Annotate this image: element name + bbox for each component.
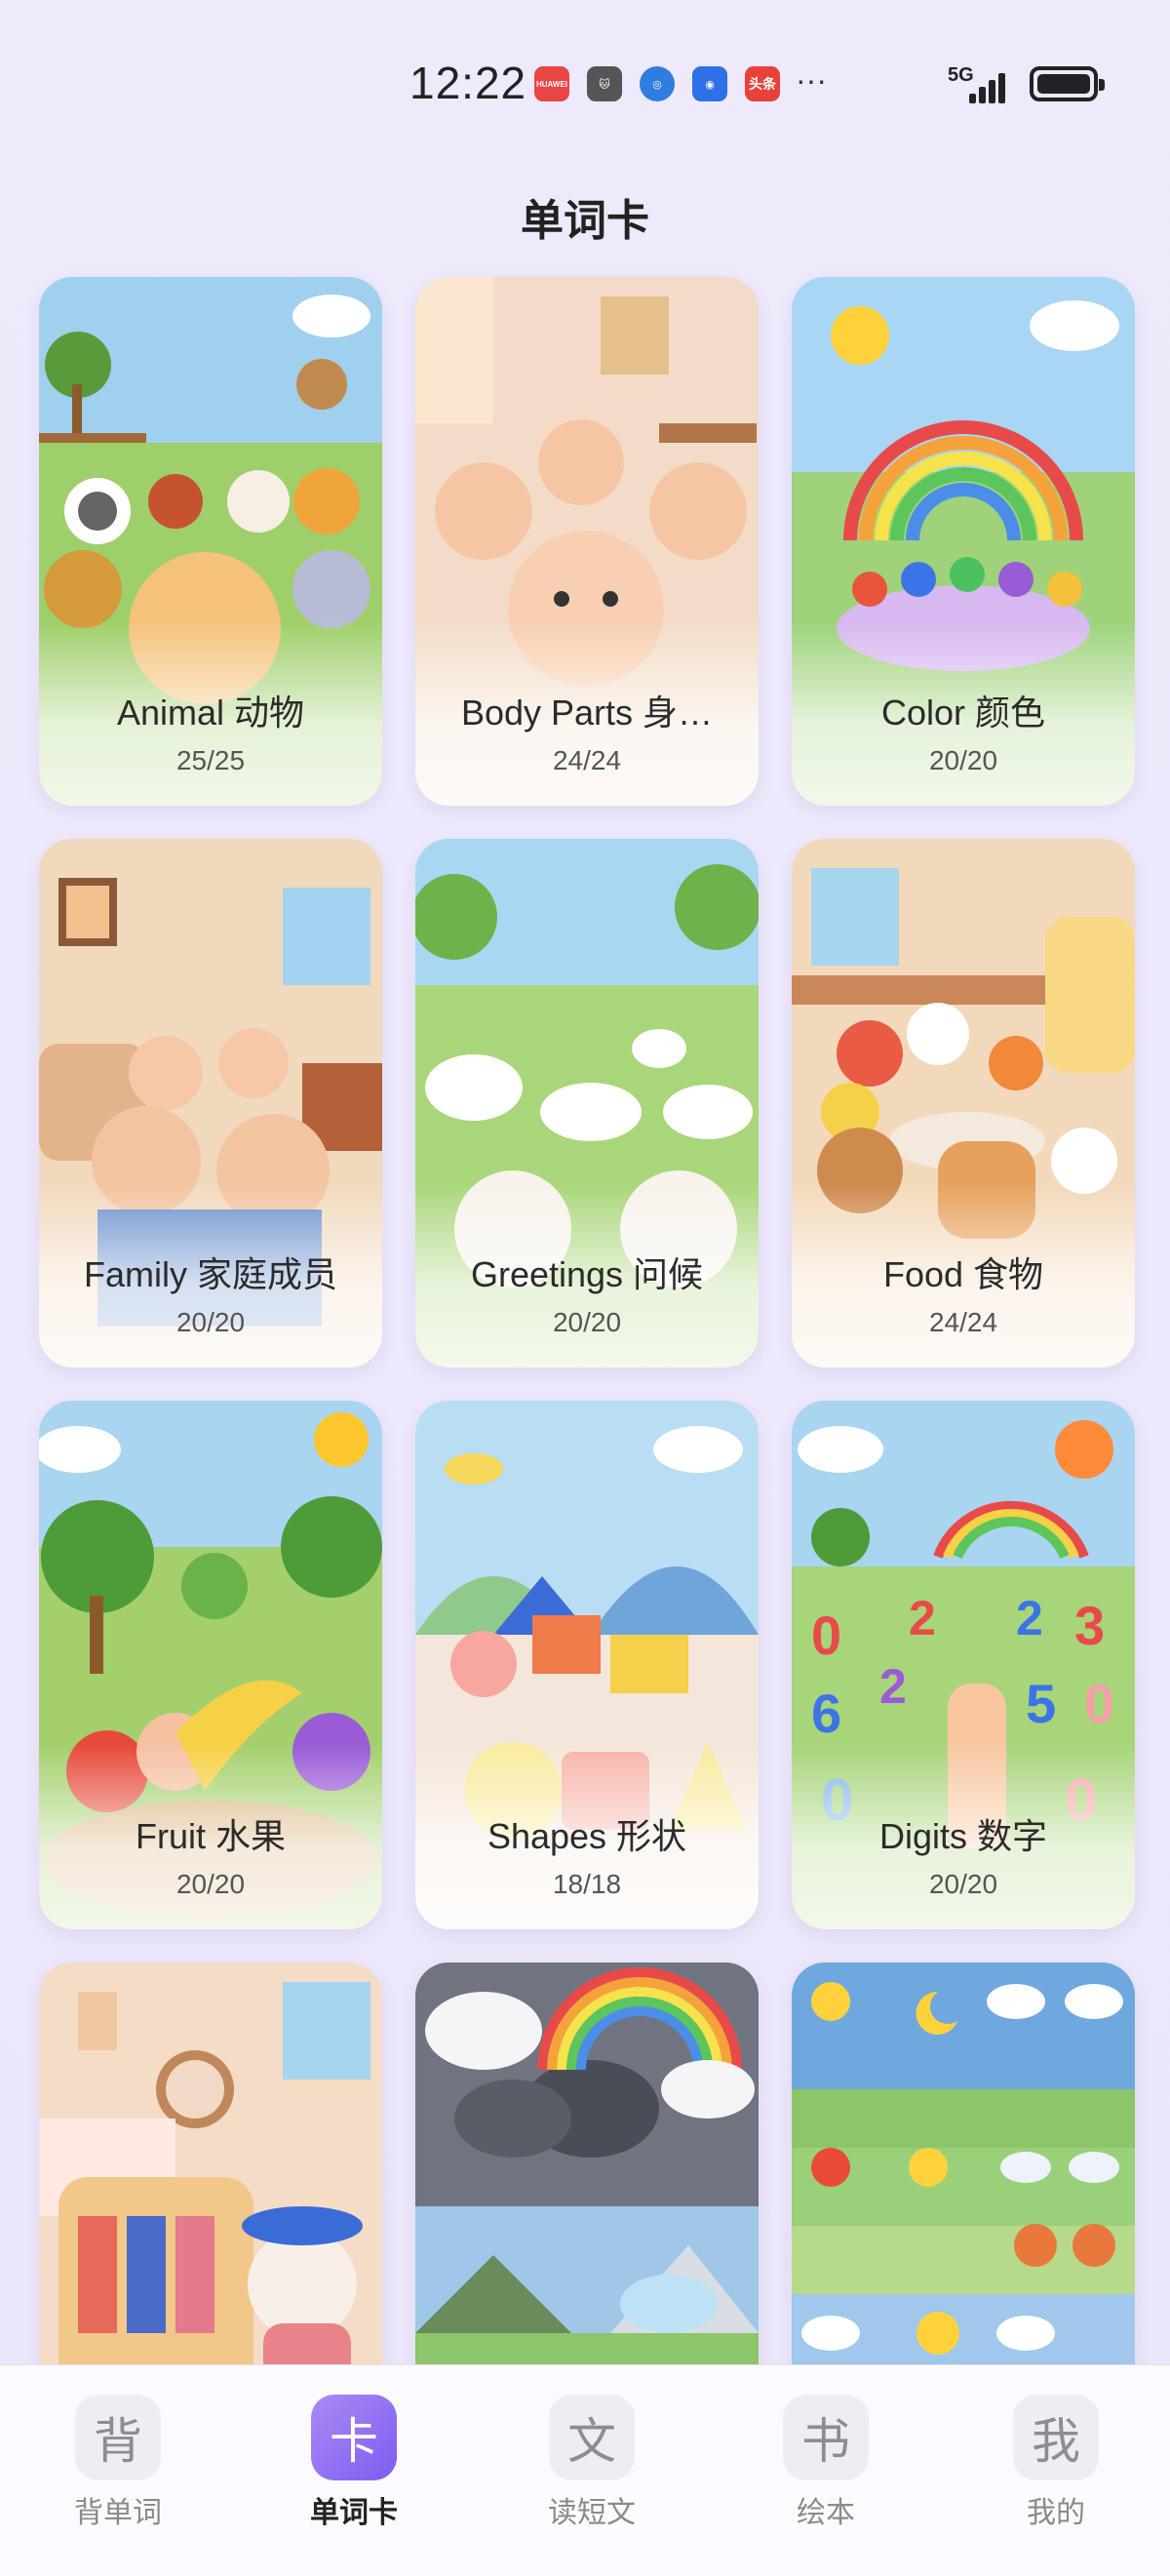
- card-progress: 20/20: [552, 1307, 622, 1337]
- svg-text:0: 0: [1084, 1673, 1114, 1734]
- card-digits[interactable]: 0 2 2 3 6 2 5 0 0 0 Digits 数字 20/20: [792, 1401, 1135, 1929]
- card-shapes[interactable]: Shapes 形状 18/18: [415, 1401, 759, 1929]
- tab-memorize-words[interactable]: 背 背单词: [45, 2395, 191, 2531]
- card-title: Greetings 问候: [470, 1254, 704, 1294]
- huawei-app-icon: HUAWEI: [534, 66, 569, 101]
- card-progress: 20/20: [928, 745, 998, 775]
- card-greetings[interactable]: Greetings 问候 20/20: [415, 839, 759, 1367]
- card-title: Family 家庭成员: [84, 1254, 337, 1294]
- card-fruit[interactable]: Fruit 水果 20/20: [39, 1401, 382, 1929]
- page-title: 单词卡: [521, 197, 649, 245]
- tab-profile[interactable]: 我 我的: [983, 2395, 1129, 2531]
- profile-icon: 我: [1013, 2395, 1099, 2480]
- svg-text:2: 2: [879, 1659, 907, 1714]
- svg-text:2: 2: [909, 1591, 936, 1645]
- clock: 12:22: [410, 58, 527, 108]
- card-progress: 24/24: [552, 745, 622, 775]
- security-app-icon: ◉: [692, 66, 727, 101]
- tab-label: 我的: [1027, 2497, 1085, 2529]
- bottom-tab-bar: 背 背单词 卡 单词卡 文 读短文 书 绘本 我 我的: [0, 2364, 1170, 2576]
- card-progress: 20/20: [928, 1869, 998, 1899]
- card-animal[interactable]: Animal 动物 25/25: [39, 277, 382, 806]
- card-title: Body Parts 身…: [460, 693, 714, 733]
- card-progress: 20/20: [176, 1307, 246, 1337]
- word-card-icon: 卡: [311, 2395, 397, 2480]
- card-title: Digits 数字: [878, 1816, 1048, 1856]
- tab-picture-books[interactable]: 书 绘本: [753, 2395, 899, 2531]
- svg-text:0: 0: [811, 1605, 841, 1666]
- status-bar: 12:22 HUAWEI 🐱 ◎ ◉ 头条 ··· 5G: [0, 0, 1170, 146]
- card-title: Color 颜色: [880, 693, 1046, 733]
- tab-word-cards[interactable]: 卡 单词卡: [281, 2395, 427, 2531]
- tab-label: 读短文: [548, 2497, 636, 2529]
- browser-icon: ◎: [640, 66, 675, 101]
- card-food[interactable]: Food 食物 24/24: [792, 839, 1135, 1367]
- reading-icon: 文: [549, 2395, 635, 2480]
- battery-icon: [1030, 66, 1105, 101]
- toutiao-icon: 头条: [745, 66, 780, 101]
- more-notifications-icon: ···: [796, 62, 827, 98]
- card-family[interactable]: Family 家庭成员 20/20: [39, 839, 382, 1367]
- card-color[interactable]: Color 颜色 20/20: [792, 277, 1135, 806]
- card-title: Food 食物: [882, 1254, 1044, 1294]
- card-progress: 20/20: [176, 1869, 246, 1899]
- card-title: Fruit 水果: [135, 1816, 286, 1856]
- signal-icon: [969, 66, 1014, 103]
- svg-text:6: 6: [811, 1683, 841, 1744]
- tab-label: 绘本: [797, 2497, 855, 2529]
- cat-avatar-icon: 🐱: [587, 66, 622, 101]
- card-progress: 18/18: [552, 1869, 622, 1899]
- tab-label: 背单词: [74, 2497, 162, 2529]
- card-progress: 24/24: [928, 1307, 998, 1337]
- card-body-parts[interactable]: Body Parts 身… 24/24: [415, 277, 759, 806]
- book-icon: 书: [783, 2395, 869, 2480]
- card-title: Shapes 形状: [487, 1816, 687, 1856]
- tab-read-passages[interactable]: 文 读短文: [519, 2395, 665, 2531]
- card-title: Animal 动物: [116, 693, 305, 733]
- memorize-icon: 背: [75, 2395, 161, 2480]
- card-progress: 25/25: [176, 745, 246, 775]
- svg-text:3: 3: [1074, 1595, 1105, 1656]
- svg-text:5: 5: [1026, 1673, 1056, 1734]
- svg-text:2: 2: [1016, 1591, 1043, 1645]
- tab-label: 单词卡: [310, 2497, 398, 2529]
